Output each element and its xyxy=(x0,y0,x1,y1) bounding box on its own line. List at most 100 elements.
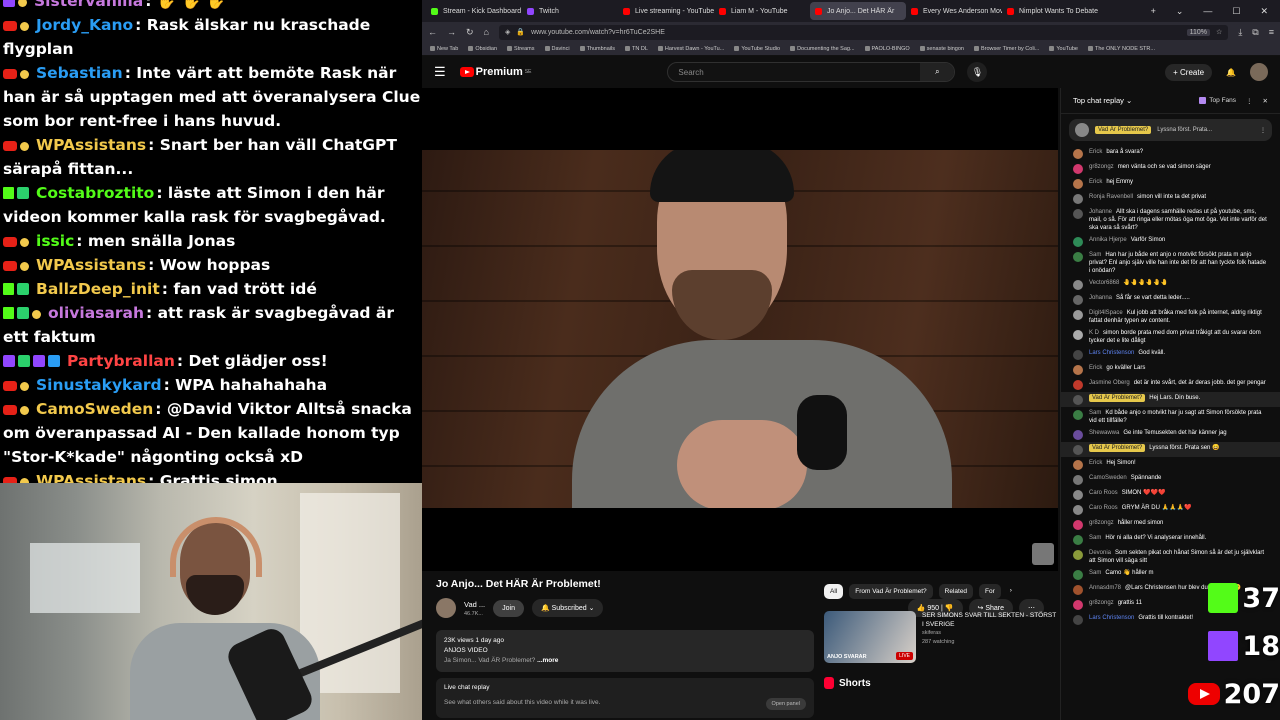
live-chat-message[interactable]: Ronja Ravenbell simon vill inte ta det pr… xyxy=(1061,191,1280,206)
url-bar[interactable]: ◈ 🔒 www.youtube.com/watch?v=hr6TuCe2SHE … xyxy=(498,24,1229,40)
new-tab-button[interactable]: + xyxy=(1151,6,1156,17)
chat-avatar xyxy=(1073,194,1083,204)
live-chat-message[interactable]: gr8zongz håller med simon xyxy=(1061,517,1280,532)
hamburger-menu-icon[interactable]: ☰ xyxy=(434,64,446,80)
browser-tab[interactable]: Twitch xyxy=(522,2,618,20)
chips-next-icon[interactable]: › xyxy=(1007,584,1015,599)
bookmark-item[interactable]: Browser Timer by Coli... xyxy=(973,46,1039,52)
bookmark-item[interactable]: TN DL xyxy=(625,46,648,52)
tab-list-icon[interactable]: ⌄ xyxy=(1176,6,1184,17)
back-icon[interactable]: ← xyxy=(428,27,437,37)
description-box[interactable]: 23K views 1 day ago ANJOS VIDEO Ja Simon… xyxy=(436,630,814,672)
live-chat-message[interactable]: Devonia Som sekten pikat och hånat Simon … xyxy=(1061,547,1280,567)
forward-icon[interactable]: → xyxy=(447,27,456,37)
search-icon[interactable]: ⌕ xyxy=(920,63,955,81)
live-chat-message[interactable]: Shewawwa Ge inte Temusekten det här känne… xyxy=(1061,427,1280,442)
top-fans-button[interactable]: Top Fans xyxy=(1199,97,1236,104)
thumbnail-preview[interactable] xyxy=(1032,543,1054,565)
open-panel-button[interactable]: Open panel xyxy=(765,698,806,710)
bookmark-item[interactable]: Streams xyxy=(507,46,535,52)
more-link[interactable]: ...more xyxy=(537,657,558,664)
subscribed-button[interactable]: 🔔 Subscribed ⌄ xyxy=(531,599,604,617)
reload-icon[interactable]: ↻ xyxy=(466,27,474,38)
zoom-level[interactable]: 110% xyxy=(1186,28,1211,36)
chat-close-icon[interactable]: ✕ xyxy=(1263,97,1268,105)
browser-tab[interactable]: Jo Anjo... Det HÄR Är xyxy=(810,2,906,20)
maximize-button[interactable]: ☐ xyxy=(1232,6,1240,17)
live-chat-message[interactable]: K Dsimon borde prata med dom privat tråk… xyxy=(1061,327,1280,347)
live-chat-message[interactable]: Erick go kväller Lars xyxy=(1061,362,1280,377)
video-frame[interactable] xyxy=(422,150,1058,508)
create-button[interactable]: + Create xyxy=(1165,63,1213,81)
chat-avatar xyxy=(1073,149,1083,159)
live-chat-message[interactable]: Vad Är Problemet? Hej Lars. Din buse. xyxy=(1061,392,1280,407)
filter-chip[interactable]: All xyxy=(824,584,844,599)
browser-tab[interactable]: Liam M - YouTube xyxy=(714,2,810,20)
chat-mode-dropdown[interactable]: Top chat replay ⌄ xyxy=(1073,96,1132,105)
account-avatar[interactable] xyxy=(1250,63,1268,81)
live-chat-message[interactable]: gr8zongz men vänta och se vad simon säger xyxy=(1061,161,1280,176)
bookmark-label: Davinci xyxy=(551,45,570,52)
join-button[interactable]: Join xyxy=(493,599,524,617)
notifications-bell-icon[interactable]: 🔔 xyxy=(1226,68,1236,77)
browser-tab[interactable]: Nimplot Wants To Debate xyxy=(1002,2,1098,20)
minimize-button[interactable]: — xyxy=(1203,6,1212,17)
bookmark-item[interactable]: Harvest Dawn - YouTu... xyxy=(657,46,724,52)
description-link[interactable]: Ja Simon... Vad ÄR Problemet? xyxy=(444,657,535,664)
live-chat-message[interactable]: Erick hej Emmy xyxy=(1061,176,1280,191)
live-chat-message[interactable]: Digit4lSpace Kul jobb att bråka med folk … xyxy=(1061,307,1280,327)
bookmark-item[interactable]: YouTube xyxy=(1049,46,1078,52)
live-chat-message[interactable]: Johanne Allt ska i dagens samhälle redas … xyxy=(1061,206,1280,234)
bookmark-item[interactable]: Obsidian xyxy=(468,46,497,52)
bookmark-item[interactable]: New Tab xyxy=(430,46,458,52)
filter-chip[interactable]: Related xyxy=(938,584,974,599)
home-icon[interactable]: ⌂ xyxy=(484,27,489,37)
live-chat-message[interactable]: Johanna Så får se vart detta leder..... xyxy=(1061,292,1280,307)
rec-thumbnail[interactable]: LIVE ANJO SVARAR xyxy=(824,611,916,663)
filter-chip[interactable]: From Vad Är Problemet? xyxy=(849,584,933,599)
live-chat-message[interactable]: Erick Hej Simon! xyxy=(1061,457,1280,472)
bookmark-item[interactable]: Documenting the Sag... xyxy=(790,46,855,52)
video-player[interactable] xyxy=(422,88,1058,571)
voice-search-icon[interactable]: 🎙 xyxy=(967,62,988,82)
channel-name[interactable]: Vad ... xyxy=(464,600,485,609)
live-chat-message[interactable]: Sam Kd både anjo o motvikt har ju sagt at… xyxy=(1061,407,1280,427)
youtube-logo[interactable]: Premium SE xyxy=(459,66,531,78)
extensions-icon[interactable]: ⧉ xyxy=(1252,27,1258,38)
bookmark-star-icon[interactable]: ☆ xyxy=(1216,28,1222,36)
channel-avatar[interactable] xyxy=(436,598,456,618)
bookmark-item[interactable]: The ONLY NODE STR... xyxy=(1087,46,1155,52)
chat-more-icon[interactable]: ⋮ xyxy=(1246,97,1253,105)
live-chat-message[interactable]: Vad Är Problemet? Lyssna först. Prata sen… xyxy=(1061,442,1280,457)
downloads-icon[interactable]: ⤓ xyxy=(1238,27,1242,38)
browser-tab[interactable]: Every Wes Anderson Mov xyxy=(906,2,1002,20)
bookmark-item[interactable]: PAOLO-BINGO xyxy=(864,46,910,52)
bookmark-item[interactable]: Davinci xyxy=(544,45,570,52)
pinned-message[interactable]: Vad Är Problemet? Lyssna först. Prata...… xyxy=(1069,119,1272,141)
browser-tab[interactable]: Stream - Kick Dashboard xyxy=(426,2,522,20)
live-chat-message[interactable]: Lars Christenson God kväll. xyxy=(1061,347,1280,362)
bookmark-item[interactable]: senaste bingon xyxy=(919,46,964,52)
live-chat-message[interactable]: Erick bara å svara? xyxy=(1061,146,1280,161)
rec-title[interactable]: SER SIMONS SVAR TILL SEKTEN - STÖRST I S… xyxy=(922,611,1058,629)
browser-tab[interactable]: Live streaming - YouTube xyxy=(618,2,714,20)
live-chat-message[interactable]: Sam Hör ni alla det? Vi analyserar innehå… xyxy=(1061,532,1280,547)
rec-channel[interactable]: skiferas xyxy=(922,629,1058,638)
live-chat-message[interactable]: Annika Hjerpe Varför Simon xyxy=(1061,234,1280,249)
stream-chat-message: issic: men snälla Jonas xyxy=(0,229,422,253)
menu-icon[interactable]: ≡ xyxy=(1269,27,1274,37)
live-chat-message[interactable]: Caro Roos SIMON ❤️❤️❤️ xyxy=(1061,487,1280,502)
chat-avatar xyxy=(1073,209,1083,219)
bookmark-item[interactable]: Thumbnails xyxy=(579,46,615,52)
recommended-video[interactable]: LIVE ANJO SVARAR SER SIMONS SVAR TILL SE… xyxy=(824,611,1058,663)
filter-chip[interactable]: For xyxy=(979,584,1001,599)
live-chat-message[interactable]: Sam Han har ju både ent anjo o motvikt fö… xyxy=(1061,249,1280,277)
live-chat-message[interactable]: CamoSweden Spännande xyxy=(1061,472,1280,487)
pinned-more-icon[interactable]: ⋮ xyxy=(1260,127,1266,134)
bookmark-item[interactable]: YouTube Studio xyxy=(734,46,780,52)
search-input[interactable]: Search ⌕ xyxy=(667,62,956,82)
close-window-button[interactable]: ✕ xyxy=(1260,6,1268,17)
live-chat-message[interactable]: Jasmine Oberg det är inte svårt, det är d… xyxy=(1061,377,1280,392)
live-chat-message[interactable]: Vector6868 🤚🤚🤚🤚🤚🤚 xyxy=(1061,277,1280,292)
live-chat-message[interactable]: Caro Roos GRYM ÄR DU 🙏🙏🙏❤️ xyxy=(1061,502,1280,517)
